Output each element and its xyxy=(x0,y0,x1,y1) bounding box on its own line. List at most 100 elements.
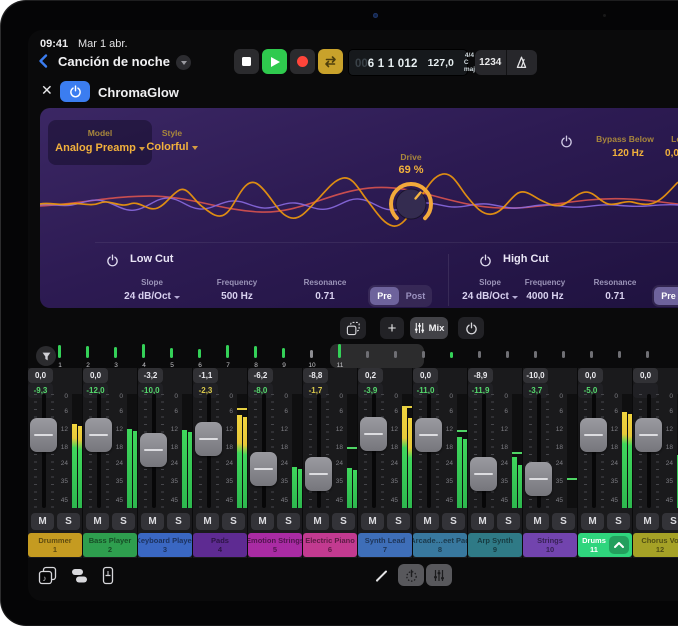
solo-button[interactable]: S xyxy=(57,513,80,530)
fader-cap[interactable] xyxy=(85,418,112,452)
channel-name-block[interactable]: Keyboard Player3 xyxy=(138,533,192,557)
record-button[interactable] xyxy=(290,49,315,74)
back-chevron-icon[interactable] xyxy=(36,53,50,69)
low-cut-power-icon[interactable] xyxy=(106,254,119,267)
solo-button[interactable]: S xyxy=(552,513,575,530)
duplicate-button[interactable] xyxy=(340,317,366,339)
cycle-button[interactable] xyxy=(318,49,343,74)
close-icon[interactable]: ✕ xyxy=(41,82,53,99)
channel-name-block[interactable]: Chorus Vo12 xyxy=(633,533,678,557)
ribbon-track-u18[interactable] xyxy=(528,345,544,368)
low-cut-freq-value[interactable]: 500 Hz xyxy=(207,291,267,302)
low-cut-post-button[interactable]: Post xyxy=(401,287,430,305)
channel-name-block[interactable]: Emotion Strings5 xyxy=(248,533,302,557)
mix-view-button[interactable]: Mix xyxy=(410,317,448,339)
ribbon-track-u20[interactable] xyxy=(584,345,600,368)
channel-strip-icon[interactable] xyxy=(102,566,114,585)
low-cut-slope-value[interactable]: 24 dB/Oct xyxy=(112,291,192,302)
fader-cap[interactable] xyxy=(195,422,222,456)
mute-button[interactable]: M xyxy=(31,513,54,530)
fader-cap[interactable] xyxy=(305,457,332,491)
channel-name-block[interactable]: Electric Piano6 xyxy=(303,533,357,557)
ribbon-track-8[interactable]: 8 xyxy=(248,345,264,368)
add-track-button[interactable]: + xyxy=(380,317,404,339)
fader-cap[interactable] xyxy=(415,418,442,452)
solo-button[interactable]: S xyxy=(607,513,630,530)
pencil-icon[interactable] xyxy=(374,568,389,583)
mute-button[interactable]: M xyxy=(251,513,274,530)
solo-button[interactable]: S xyxy=(277,513,300,530)
mute-button[interactable]: M xyxy=(86,513,109,530)
solo-button[interactable]: S xyxy=(387,513,410,530)
ribbon-track-6[interactable]: 6 xyxy=(192,345,208,368)
mute-button[interactable]: M xyxy=(141,513,164,530)
fader-value-chip[interactable]: -1,1 xyxy=(193,368,218,383)
level-value[interactable]: 0,0 xyxy=(642,148,678,159)
ribbon-track-9[interactable]: 9 xyxy=(276,345,292,368)
solo-button[interactable]: S xyxy=(662,513,678,530)
ribbon-track-4[interactable]: 4 xyxy=(136,345,152,368)
fader-cap[interactable] xyxy=(250,452,277,486)
fader-cap[interactable] xyxy=(525,462,552,496)
channel-name-block[interactable]: Arcade…eet Pad8 xyxy=(413,533,467,557)
mute-button[interactable]: M xyxy=(636,513,659,530)
high-cut-res-value[interactable]: 0.71 xyxy=(585,291,645,302)
ribbon-track-u21[interactable] xyxy=(612,345,628,368)
fader-value-chip[interactable]: -10,0 xyxy=(523,368,548,383)
play-button[interactable] xyxy=(262,49,287,74)
solo-button[interactable]: S xyxy=(222,513,245,530)
mute-button[interactable]: M xyxy=(416,513,439,530)
high-cut-freq-value[interactable]: 4000 Hz xyxy=(515,291,575,302)
channel-name-block[interactable]: Synth Lead7 xyxy=(358,533,412,557)
high-cut-pre-button[interactable]: Pre xyxy=(654,287,678,305)
fader-cap[interactable] xyxy=(360,417,387,451)
fader-value-chip[interactable]: 0,0 xyxy=(83,368,108,383)
fader-value-chip[interactable]: 0,2 xyxy=(358,368,383,383)
ribbon-track-u19[interactable] xyxy=(556,345,572,368)
ribbon-track-u14[interactable] xyxy=(416,345,432,368)
fader-value-chip[interactable]: 0,0 xyxy=(578,368,603,383)
browser-icon[interactable] xyxy=(70,567,88,584)
song-title[interactable]: Canción de noche xyxy=(58,54,170,69)
mute-button[interactable]: M xyxy=(471,513,494,530)
controls-view-button[interactable] xyxy=(398,564,424,586)
fader-cap[interactable] xyxy=(470,457,497,491)
solo-button[interactable]: S xyxy=(167,513,190,530)
solo-button[interactable]: S xyxy=(332,513,355,530)
fader-cap[interactable] xyxy=(140,433,167,467)
solo-button[interactable]: S xyxy=(497,513,520,530)
ribbon-track-u12[interactable] xyxy=(360,345,376,368)
fader-value-chip[interactable]: -8,9 xyxy=(468,368,493,383)
ribbon-track-7[interactable]: 7 xyxy=(220,345,236,368)
fader-cap[interactable] xyxy=(580,418,607,452)
style-selector[interactable]: Style Colorful xyxy=(127,128,217,158)
count-in-button[interactable]: 1234 xyxy=(475,57,506,68)
loop-browser-icon[interactable]: ♪ xyxy=(38,566,58,585)
fader-cap[interactable] xyxy=(30,418,57,452)
ribbon-track-11[interactable]: 11 xyxy=(332,345,348,368)
ribbon-track-u22[interactable] xyxy=(640,345,656,368)
stop-button[interactable] xyxy=(234,49,259,74)
ribbon-track-2[interactable]: 2 xyxy=(80,345,96,368)
fader-value-chip[interactable]: -6,2 xyxy=(248,368,273,383)
metronome-button[interactable] xyxy=(507,55,538,70)
channel-name-block[interactable]: Arp Synth9 xyxy=(468,533,522,557)
ribbon-track-10[interactable]: 10 xyxy=(304,345,320,368)
lcd-display[interactable]: 006 1 1 012 127,0 4/4 C maj In Out MIDI xyxy=(348,49,468,76)
mute-button[interactable]: M xyxy=(306,513,329,530)
fader-value-chip[interactable]: -3,2 xyxy=(138,368,163,383)
ribbon-track-u15[interactable] xyxy=(444,345,460,368)
fader-cap[interactable] xyxy=(635,418,662,452)
mute-button[interactable]: M xyxy=(196,513,219,530)
low-cut-pre-button[interactable]: Pre xyxy=(370,287,399,305)
low-cut-res-value[interactable]: 0.71 xyxy=(295,291,355,302)
plugin-power-button[interactable] xyxy=(60,81,90,102)
channel-name-block[interactable]: Pads4 xyxy=(193,533,247,557)
high-cut-power-icon[interactable] xyxy=(479,254,492,267)
bypass-power-icon[interactable] xyxy=(560,135,573,148)
ribbon-track-u13[interactable] xyxy=(388,345,404,368)
mixer-view-button[interactable] xyxy=(426,564,452,586)
mixer-power-button[interactable] xyxy=(458,317,484,339)
channel-name-block[interactable]: Bass Player2 xyxy=(83,533,137,557)
ribbon-track-3[interactable]: 3 xyxy=(108,345,124,368)
